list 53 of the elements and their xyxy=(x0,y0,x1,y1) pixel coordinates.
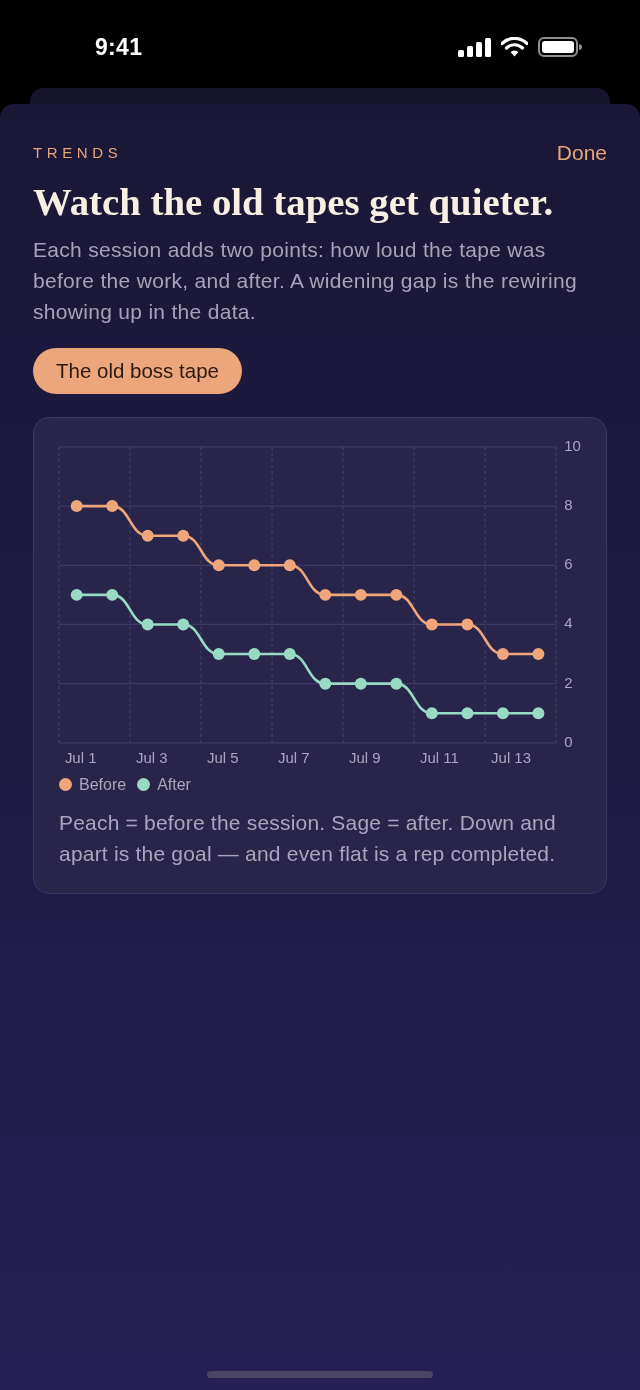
y-axis-label: 0 xyxy=(564,732,573,750)
tape-selector-button[interactable]: The old boss tape xyxy=(33,348,242,394)
data-point xyxy=(461,618,474,631)
battery-icon xyxy=(538,37,582,57)
data-point xyxy=(496,707,509,720)
status-time: 9:41 xyxy=(95,32,143,62)
x-axis-label: Jul 7 xyxy=(278,748,310,766)
data-point xyxy=(177,529,190,542)
signal-icon xyxy=(458,37,491,57)
data-point xyxy=(461,707,474,720)
x-axis-label: Jul 5 xyxy=(206,748,239,766)
data-point xyxy=(141,618,154,631)
legend-label: Before xyxy=(79,774,127,795)
section-eyebrow: TRENDS xyxy=(33,142,123,163)
x-axis-label: Jul 1 xyxy=(64,748,97,766)
legend-label: After xyxy=(157,774,191,795)
data-point xyxy=(177,618,190,631)
y-axis-label: 10 xyxy=(564,436,581,454)
data-point xyxy=(106,500,119,513)
x-axis-label: Jul 9 xyxy=(349,748,381,766)
wifi-icon xyxy=(501,37,528,57)
data-point xyxy=(212,648,225,661)
data-point xyxy=(283,559,296,572)
data-point xyxy=(532,648,545,661)
x-axis-label: Jul 11 xyxy=(420,748,459,766)
data-point xyxy=(248,559,261,572)
description-text: Each session adds two points: how loud the tape was before the work, and after. A widening gap is the rewiring showing up in the data. xyxy=(33,237,578,325)
data-point xyxy=(70,588,83,601)
data-point xyxy=(319,588,332,601)
data-point xyxy=(141,529,154,542)
data-point xyxy=(70,500,83,513)
data-point xyxy=(496,648,509,661)
data-point xyxy=(319,677,332,690)
y-axis-label: 6 xyxy=(564,555,573,573)
done-button[interactable]: Done xyxy=(556,141,607,165)
page-title: Watch the old tapes get quieter. xyxy=(33,181,555,223)
data-point xyxy=(532,707,545,720)
y-axis-label: 2 xyxy=(564,673,573,691)
data-point xyxy=(106,588,119,601)
data-point xyxy=(212,559,225,572)
data-point xyxy=(283,648,296,661)
x-axis-label: Jul 3 xyxy=(135,748,168,766)
data-point xyxy=(248,648,261,661)
data-point xyxy=(390,677,403,690)
x-axis-label: Jul 13 xyxy=(491,748,531,766)
y-axis-label: 8 xyxy=(564,496,573,514)
y-axis-label: 4 xyxy=(564,614,573,632)
data-point xyxy=(425,707,438,720)
chart-caption: Peach = before the session. Sage = after. Down and apart is the goal — and even flat is a rep completed. xyxy=(58,809,557,867)
data-point xyxy=(354,677,367,690)
data-point xyxy=(425,618,438,631)
data-point xyxy=(354,588,367,601)
data-point xyxy=(390,588,403,601)
